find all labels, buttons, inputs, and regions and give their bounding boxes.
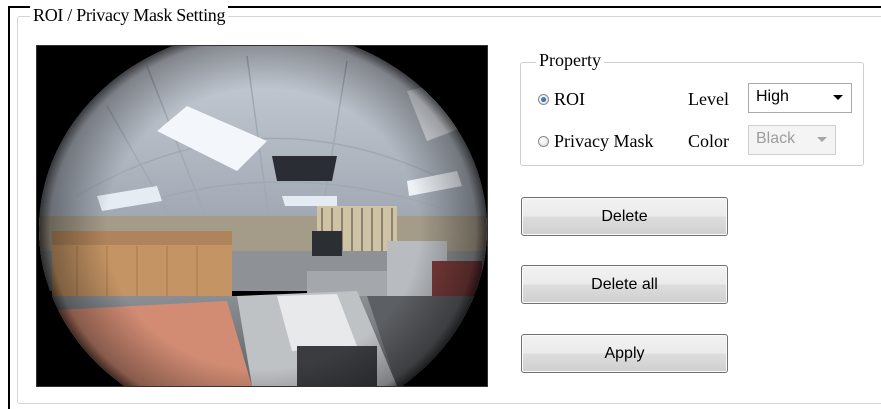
property-title: Property xyxy=(536,48,604,72)
delete-all-button[interactable]: Delete all xyxy=(521,265,728,304)
color-label: Color xyxy=(688,131,730,151)
group-title: ROI / Privacy Mask Setting xyxy=(30,3,229,27)
roi-radio[interactable]: ROI xyxy=(538,88,585,110)
level-select-value: High xyxy=(756,88,789,105)
level-label: Level xyxy=(688,89,729,109)
roi-radio-button[interactable] xyxy=(538,93,549,105)
privacy-mask-radio[interactable]: Privacy Mask xyxy=(538,130,653,152)
roi-radio-label: ROI xyxy=(554,89,585,109)
chevron-down-icon xyxy=(817,137,827,142)
level-select[interactable]: High xyxy=(748,83,852,113)
fisheye-image xyxy=(37,46,487,386)
privacy-mask-radio-button[interactable] xyxy=(538,135,549,147)
apply-button[interactable]: Apply xyxy=(521,334,728,373)
camera-preview[interactable] xyxy=(36,45,488,387)
delete-button[interactable]: Delete xyxy=(521,197,728,236)
color-select-value: Black xyxy=(756,130,796,147)
chevron-down-icon xyxy=(833,95,843,100)
color-select[interactable]: Black xyxy=(748,125,836,155)
privacy-mask-radio-label: Privacy Mask xyxy=(554,131,654,151)
